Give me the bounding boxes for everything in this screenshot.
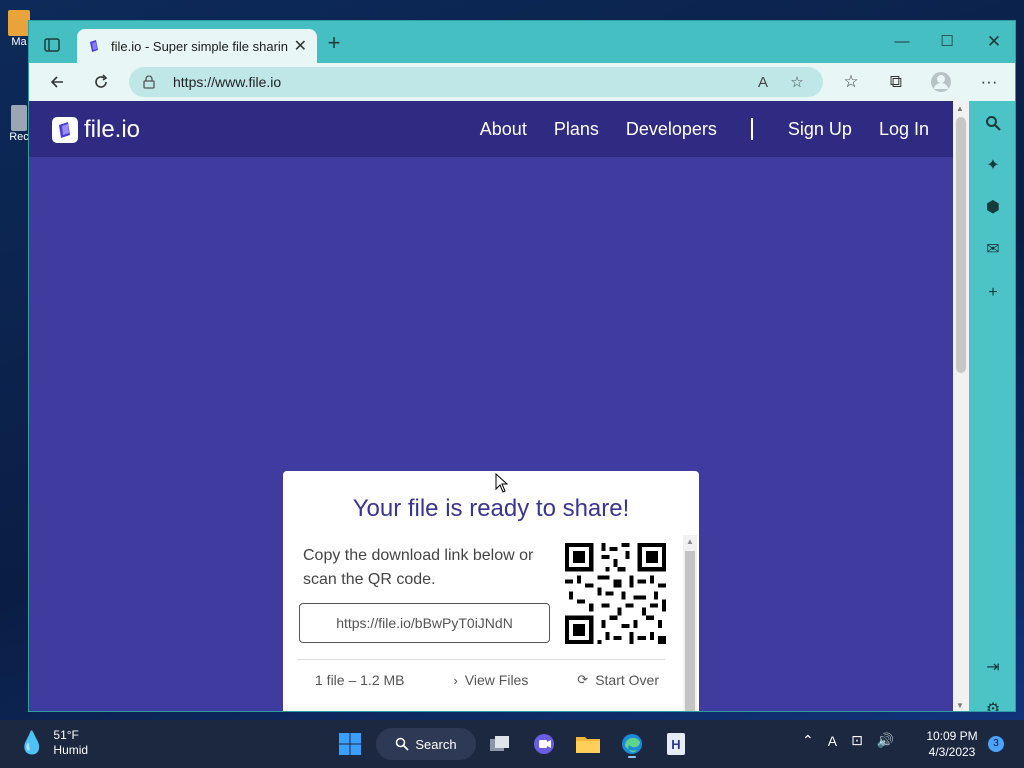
- mouse-cursor-icon: [495, 473, 509, 493]
- volume-icon[interactable]: 🔊: [877, 732, 894, 749]
- clock-date: 4/3/2023: [928, 745, 976, 759]
- system-tray: ⌃ A ⊡ 🔊: [802, 732, 908, 749]
- start-windows-icon[interactable]: [334, 728, 366, 760]
- browser-tab[interactable]: file.io - Super simple file sharing ✕: [77, 29, 317, 63]
- file-info-text: 1 file – 1.2 MB: [315, 672, 405, 688]
- url-input[interactable]: [173, 74, 741, 90]
- site-logo[interactable]: file.io: [52, 116, 140, 144]
- profile-avatar-icon[interactable]: [927, 69, 955, 95]
- share-card: Your file is ready to share! Copy the do…: [283, 471, 699, 711]
- chevron-right-icon: ›: [453, 672, 458, 688]
- nav-plans[interactable]: Plans: [554, 119, 599, 140]
- weather-temp: 51°F: [53, 728, 79, 742]
- hide-sidebar-icon[interactable]: ⇥: [981, 655, 1005, 679]
- office-hexagon-icon[interactable]: ⬢: [981, 195, 1005, 219]
- page-scrollbar[interactable]: ▲ ▼: [953, 101, 969, 711]
- tab-title: file.io - Super simple file sharing: [111, 38, 288, 54]
- copilot-sparkle-icon[interactable]: ✦: [981, 153, 1005, 177]
- fileio-favicon-icon: [90, 40, 98, 52]
- notification-badge[interactable]: 3: [988, 736, 1004, 752]
- card-scroll-thumb[interactable]: [685, 551, 695, 711]
- tab-actions-icon[interactable]: [39, 33, 65, 57]
- search-icon[interactable]: [981, 111, 1005, 135]
- clock-time: 10:09 PM: [926, 729, 978, 743]
- taskbar-clock[interactable]: 10:09 PM 4/3/2023: [922, 728, 982, 760]
- view-files-label: View Files: [464, 672, 529, 688]
- title-bar: file.io - Super simple file sharing ✕ + …: [29, 21, 1015, 63]
- settings-gear-icon[interactable]: ⚙: [981, 697, 1005, 711]
- nav-log-in[interactable]: Log In: [879, 119, 929, 140]
- new-tab-icon[interactable]: +: [323, 32, 345, 55]
- download-link-field[interactable]: [299, 603, 550, 643]
- address-bar[interactable]: A ☆: [129, 67, 823, 97]
- nav-developers[interactable]: Developers: [626, 119, 717, 140]
- maximize-button[interactable]: ☐: [932, 29, 962, 55]
- view-files-button[interactable]: › View Files: [453, 672, 528, 688]
- taskbar-search-button[interactable]: Search: [376, 728, 476, 760]
- raindrop-icon: 💧: [18, 730, 46, 755]
- nav-sign-up[interactable]: Sign Up: [788, 119, 852, 140]
- card-scrollbar[interactable]: ▲: [683, 535, 697, 711]
- page-scroll-thumb[interactable]: [956, 117, 966, 373]
- file-explorer-icon[interactable]: [572, 728, 604, 760]
- weather-desc: Humid: [53, 743, 89, 757]
- share-card-footer: 1 file – 1.2 MB › View Files ⟳ Start Ove…: [297, 672, 665, 688]
- more-options-icon[interactable]: ···: [975, 69, 1003, 95]
- taskbar-search-label: Search: [415, 736, 457, 752]
- fileio-logo-icon: [52, 117, 78, 143]
- close-tab-icon[interactable]: ✕: [294, 36, 307, 56]
- read-aloud-icon[interactable]: A: [751, 70, 775, 94]
- share-card-title: Your file is ready to share!: [352, 495, 630, 522]
- teams-chat-icon[interactable]: [528, 728, 560, 760]
- refresh-icon[interactable]: [87, 69, 115, 95]
- svg-text:H: H: [671, 737, 680, 752]
- page-viewport: file.io About Plans Developers Sign Up L…: [29, 101, 953, 711]
- close-window-button[interactable]: ✕: [979, 29, 1009, 55]
- edge-sidebar: ✦ ⬢ ✉ + ⇥ ⚙: [969, 101, 1015, 711]
- share-card-description: Copy the download link below or scan the…: [303, 547, 534, 588]
- scroll-down-icon[interactable]: ▼: [956, 701, 964, 710]
- site-header: file.io About Plans Developers Sign Up L…: [29, 101, 953, 157]
- start-over-label: Start Over: [595, 672, 659, 688]
- nav-divider: [750, 118, 753, 140]
- favorites-icon[interactable]: ☆: [837, 69, 865, 95]
- active-indicator: [628, 756, 636, 758]
- browser-toolbar: A ☆ ☆ ⧉ ···: [29, 63, 1015, 101]
- minimize-button[interactable]: —: [887, 29, 917, 55]
- add-favorite-icon[interactable]: ☆: [785, 70, 809, 94]
- add-sidebar-icon[interactable]: +: [981, 281, 1005, 305]
- back-arrow-icon[interactable]: [43, 69, 71, 95]
- app-h-icon[interactable]: H: [660, 728, 692, 760]
- site-nav: About Plans Developers Sign Up Log In: [453, 118, 929, 140]
- scroll-up-icon[interactable]: ▲: [686, 537, 694, 546]
- taskbar: 💧 51°F Humid Search H ⌃ A ⊡ 🔊 10:09 PM 4…: [0, 720, 1024, 768]
- ime-indicator[interactable]: A: [828, 733, 837, 749]
- network-icon[interactable]: ⊡: [851, 732, 863, 749]
- browser-window: file.io - Super simple file sharing ✕ + …: [28, 20, 1016, 712]
- weather-widget[interactable]: 💧 51°F Humid: [18, 728, 88, 758]
- divider: [297, 659, 665, 660]
- nav-about[interactable]: About: [480, 119, 527, 140]
- outlook-icon[interactable]: ✉: [981, 237, 1005, 261]
- scroll-up-icon[interactable]: ▲: [956, 104, 964, 113]
- logo-text: file.io: [84, 116, 141, 143]
- qr-code[interactable]: [565, 543, 666, 644]
- collections-icon[interactable]: ⧉: [882, 69, 910, 95]
- start-over-button[interactable]: ⟳ Start Over: [577, 672, 659, 688]
- chevron-up-icon[interactable]: ⌃: [802, 732, 814, 749]
- refresh-icon: ⟳: [577, 672, 589, 687]
- edge-browser-icon[interactable]: [616, 728, 648, 760]
- lock-icon[interactable]: [143, 75, 157, 89]
- task-view-icon[interactable]: [484, 728, 516, 760]
